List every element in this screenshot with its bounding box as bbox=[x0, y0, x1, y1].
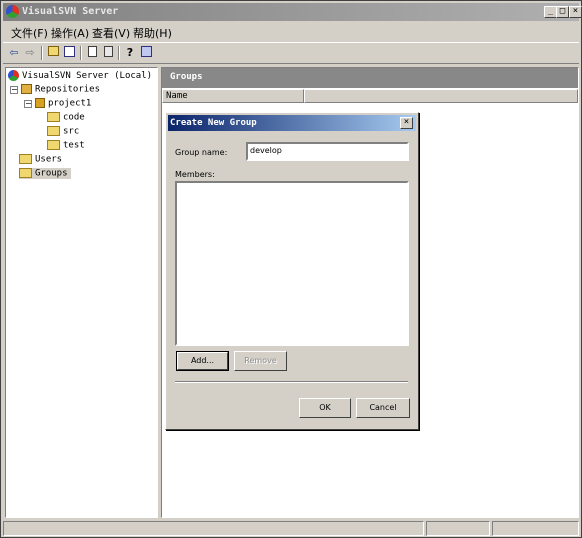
tree-label: Repositories bbox=[35, 84, 101, 95]
status-bar bbox=[3, 520, 579, 537]
folder-icon bbox=[47, 126, 60, 136]
tree-label: code bbox=[63, 112, 85, 123]
title-bar[interactable]: VisualSVN Server _ □ × bbox=[3, 3, 582, 21]
folder-icon bbox=[47, 140, 60, 150]
navigation-tree: VisualSVN Server (Local) − Repositories … bbox=[5, 67, 158, 518]
folder-icon bbox=[47, 112, 60, 122]
column-header-name[interactable]: Name bbox=[162, 89, 304, 103]
folder-icon bbox=[19, 168, 32, 178]
show-tree-icon[interactable] bbox=[62, 46, 76, 60]
add-button[interactable]: Add... bbox=[176, 351, 229, 371]
repository-icon bbox=[35, 98, 45, 108]
folder-icon bbox=[19, 154, 32, 164]
visualsvn-logo-icon bbox=[6, 5, 19, 18]
close-button[interactable]: × bbox=[569, 6, 582, 18]
window-title: VisualSVN Server bbox=[22, 6, 119, 17]
server-icon bbox=[8, 70, 19, 81]
remove-button[interactable]: Remove bbox=[234, 351, 287, 371]
dialog-title-bar[interactable]: Create New Group × bbox=[168, 115, 416, 131]
group-name-field[interactable]: develop bbox=[246, 142, 409, 161]
toolbar: ⇦ ⇨ ? bbox=[3, 42, 579, 64]
tree-label: Groups bbox=[35, 168, 68, 179]
main-window: VisualSVN Server _ □ × 文件(F) 操作(A) 查看(V)… bbox=[0, 0, 582, 538]
expander-icon[interactable]: − bbox=[10, 86, 18, 94]
create-group-dialog: Create New Group × Group name: develop M… bbox=[165, 112, 419, 430]
maximize-button[interactable]: □ bbox=[556, 6, 569, 18]
export-icon[interactable] bbox=[85, 46, 99, 60]
menu-action[interactable]: 操作(A) bbox=[51, 25, 89, 41]
back-arrow-icon[interactable]: ⇦ bbox=[7, 46, 21, 60]
dialog-close-button[interactable]: × bbox=[400, 117, 413, 129]
members-list[interactable] bbox=[175, 181, 409, 346]
dialog-title: Create New Group bbox=[170, 118, 257, 128]
tree-label: project1 bbox=[48, 98, 92, 109]
toolbar-separator bbox=[118, 46, 120, 60]
status-panel bbox=[426, 521, 490, 536]
menu-bar: 文件(F) 操作(A) 查看(V) 帮助(H) bbox=[3, 22, 579, 42]
tree-label: test bbox=[63, 140, 85, 151]
tree-item-server[interactable]: VisualSVN Server (Local) bbox=[8, 70, 152, 81]
tree-label: src bbox=[63, 126, 80, 137]
tree-item-users[interactable]: Users bbox=[19, 154, 62, 165]
properties-icon[interactable] bbox=[101, 46, 115, 60]
ok-button[interactable]: OK bbox=[299, 398, 351, 418]
up-folder-icon[interactable] bbox=[46, 46, 60, 60]
column-header-blank[interactable] bbox=[304, 89, 578, 103]
forward-arrow-icon[interactable]: ⇨ bbox=[23, 46, 37, 60]
tree-item-src[interactable]: src bbox=[47, 126, 79, 137]
tree-item-code[interactable]: code bbox=[47, 112, 85, 123]
members-label: Members: bbox=[175, 170, 215, 179]
toolbar-separator bbox=[80, 46, 82, 60]
panel-header: Groups bbox=[162, 68, 578, 88]
tree-item-project1[interactable]: project1 bbox=[35, 98, 91, 109]
panel-title: Groups bbox=[170, 72, 203, 82]
expander-icon[interactable]: − bbox=[24, 100, 32, 108]
tree-label: Users bbox=[35, 154, 63, 165]
cancel-button[interactable]: Cancel bbox=[356, 398, 410, 418]
menu-view[interactable]: 查看(V) bbox=[92, 25, 130, 41]
tree-item-repositories[interactable]: Repositories bbox=[21, 84, 100, 95]
status-panel bbox=[492, 521, 579, 536]
status-panel bbox=[3, 521, 424, 536]
menu-file[interactable]: 文件(F) bbox=[11, 25, 48, 41]
help-icon[interactable]: ? bbox=[123, 46, 137, 60]
console-icon[interactable] bbox=[139, 46, 153, 60]
tree-item-groups[interactable]: Groups bbox=[19, 168, 71, 179]
group-name-label: Group name: bbox=[175, 148, 228, 157]
dialog-divider bbox=[175, 381, 408, 383]
menu-help[interactable]: 帮助(H) bbox=[133, 25, 172, 41]
repositories-icon bbox=[21, 84, 32, 94]
tree-label: VisualSVN Server (Local) bbox=[22, 71, 153, 81]
tree-item-test[interactable]: test bbox=[47, 140, 85, 151]
toolbar-separator bbox=[41, 46, 43, 60]
